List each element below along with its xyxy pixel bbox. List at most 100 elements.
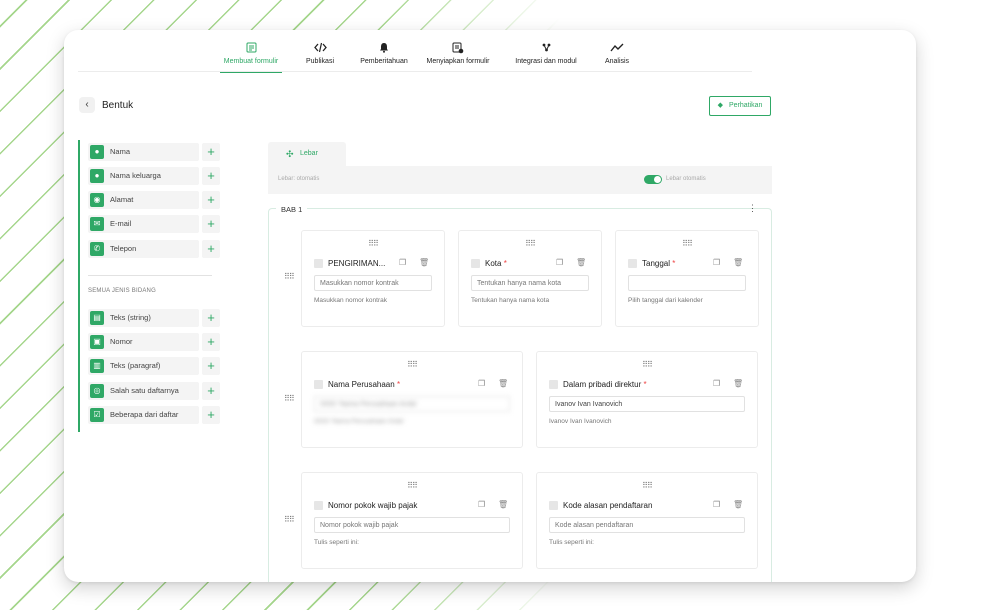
- field-hint: Masukkan nomor kontrak: [314, 297, 387, 304]
- auto-width-toggle[interactable]: [644, 175, 662, 184]
- palette-item-name[interactable]: ● Nama +: [88, 143, 220, 161]
- nav-item-form-builder[interactable]: Membuat formulir: [220, 42, 282, 73]
- add-icon[interactable]: +: [202, 382, 220, 400]
- field-type-icon: [549, 501, 558, 510]
- add-icon[interactable]: +: [202, 357, 220, 375]
- field-type-icon: [314, 501, 323, 510]
- palette-item-number[interactable]: ▣ Nomor +: [88, 333, 220, 351]
- row-drag-handle-icon[interactable]: ⠿⠿: [284, 515, 295, 524]
- back-button[interactable]: ‹: [79, 97, 95, 113]
- nav-label: Publikasi: [305, 58, 334, 65]
- drag-handle-icon[interactable]: ⠿⠿: [537, 360, 757, 369]
- add-icon[interactable]: +: [202, 215, 220, 233]
- trash-icon[interactable]: 🗑: [498, 379, 508, 388]
- drag-handle-icon[interactable]: ⠿⠿: [616, 239, 758, 248]
- field-input[interactable]: Nomor pokok wajib pajak: [314, 517, 510, 533]
- page-title: Bentuk: [102, 100, 134, 111]
- drag-handle-icon[interactable]: ⠿⠿: [459, 239, 601, 248]
- field-input[interactable]: Tentukan hanya nama kota: [471, 275, 589, 291]
- field-input[interactable]: Ivanov Ivan Ivanovich: [549, 396, 745, 412]
- field-type-icon: [471, 259, 480, 268]
- field-palette: ● Nama + ● Nama keluarga + ◉ Alamat + ✉ …: [78, 140, 222, 432]
- more-vertical-icon[interactable]: ⋮: [748, 204, 757, 213]
- person-icon: ●: [90, 145, 104, 159]
- required-mark: *: [643, 380, 647, 389]
- nav-item-form-settings[interactable]: Menyiapkan formulir: [424, 42, 492, 65]
- field-type-icon: [549, 380, 558, 389]
- notice-button[interactable]: ◆ Perhatikan: [709, 96, 771, 116]
- add-icon[interactable]: +: [202, 240, 220, 258]
- checkbox-icon: ☑: [90, 408, 104, 422]
- copy-icon[interactable]: ❐: [556, 258, 563, 267]
- field-card-city[interactable]: ⠿⠿ Kota * ❐ 🗑 Tentukan hanya nama kota T…: [458, 230, 602, 327]
- form-icon: [222, 42, 280, 56]
- field-hint: Tulis seperti ini:: [549, 539, 594, 546]
- add-icon[interactable]: +: [202, 406, 220, 424]
- field-card-date[interactable]: ⠿⠿ Tanggal * ❐ 🗑 Pilih tanggal dari kale…: [615, 230, 759, 327]
- field-label: PENGIRIMAN...: [328, 259, 386, 268]
- palette-item-paragraph[interactable]: ▥ Teks (paragraf) +: [88, 357, 220, 375]
- chevron-left-icon: ‹: [85, 99, 89, 110]
- nav-item-analytics[interactable]: Analisis: [602, 42, 632, 65]
- section-title: BAB 1: [276, 205, 308, 214]
- copy-icon[interactable]: ❐: [713, 379, 720, 388]
- field-card-director[interactable]: ⠿⠿ Dalam pribadi direktur * ❐ 🗑 Ivanov I…: [536, 351, 758, 448]
- add-icon[interactable]: +: [202, 333, 220, 351]
- field-card-contract[interactable]: ⠿⠿ PENGIRIMAN... ❐ 🗑 Masukkan nomor kont…: [301, 230, 445, 327]
- nav-item-integrations[interactable]: Integrasi dan modul: [512, 42, 580, 65]
- copy-icon[interactable]: ❐: [399, 258, 406, 267]
- nav-label: Analisis: [604, 58, 630, 65]
- palette-item-radio[interactable]: ◎ Salah satu daftarnya +: [88, 382, 220, 400]
- drag-handle-icon[interactable]: ⠿⠿: [537, 481, 757, 490]
- trash-icon[interactable]: 🗑: [419, 258, 429, 267]
- field-card-company[interactable]: ⠿⠿ Nama Perusahaan * ❐ 🗑 OOO 'Nama Perus…: [301, 351, 523, 448]
- copy-icon[interactable]: ❐: [478, 379, 485, 388]
- required-mark: *: [503, 259, 507, 268]
- field-input[interactable]: OOO 'Nama Perusahaan Anda': [314, 396, 510, 412]
- tag-icon: ◆: [717, 102, 723, 109]
- copy-icon[interactable]: ❐: [713, 258, 720, 267]
- trash-icon[interactable]: 🗑: [733, 258, 743, 267]
- field-input[interactable]: Masukkan nomor kontrak: [314, 275, 432, 291]
- trash-icon[interactable]: 🗑: [576, 258, 586, 267]
- tab-width[interactable]: ✣ Lebar: [268, 142, 346, 166]
- add-icon[interactable]: +: [202, 167, 220, 185]
- field-card-tax-number[interactable]: ⠿⠿ Nomor pokok wajib pajak ❐ 🗑 Nomor pok…: [301, 472, 523, 569]
- field-card-registration-code[interactable]: ⠿⠿ Kode alasan pendaftaran ❐ 🗑 Kode alas…: [536, 472, 758, 569]
- trash-icon[interactable]: 🗑: [498, 500, 508, 509]
- paragraph-icon: ▥: [90, 359, 104, 373]
- drag-handle-icon[interactable]: ⠿⠿: [302, 239, 444, 248]
- copy-icon[interactable]: ❐: [478, 500, 485, 509]
- palette-item-checkbox[interactable]: ☑ Beberapa dari daftar +: [88, 406, 220, 424]
- nav-divider: [78, 71, 752, 72]
- palette-item-address[interactable]: ◉ Alamat +: [88, 191, 220, 209]
- trash-icon[interactable]: 🗑: [733, 379, 743, 388]
- nav-item-notifications[interactable]: Pemberitahuan: [358, 42, 410, 65]
- palette-heading: SEMUA JENIS BIDANG: [88, 288, 156, 294]
- add-icon[interactable]: +: [202, 191, 220, 209]
- palette-item-email[interactable]: ✉ E-mail +: [88, 215, 220, 233]
- text-icon: ▤: [90, 311, 104, 325]
- add-icon[interactable]: +: [202, 143, 220, 161]
- palette-item-text-string[interactable]: ▤ Teks (string) +: [88, 309, 220, 327]
- row-drag-handle-icon[interactable]: ⠿⠿: [284, 272, 295, 281]
- row-drag-handle-icon[interactable]: ⠿⠿: [284, 394, 295, 403]
- copy-icon[interactable]: ❐: [713, 500, 720, 509]
- integration-icon: [512, 42, 580, 56]
- field-type-icon: [314, 380, 323, 389]
- palette-item-phone[interactable]: ✆ Telepon +: [88, 240, 220, 258]
- field-label: Kode alasan pendaftaran: [563, 501, 653, 510]
- palette-item-surname[interactable]: ● Nama keluarga +: [88, 167, 220, 185]
- add-icon[interactable]: +: [202, 309, 220, 327]
- drag-handle-icon[interactable]: ⠿⠿: [302, 360, 522, 369]
- field-label: Dalam pribadi direktur: [563, 380, 642, 389]
- drag-handle-icon[interactable]: ⠿⠿: [302, 481, 522, 490]
- field-label: Kota: [485, 259, 502, 268]
- nav-item-publish[interactable]: Publikasi: [302, 42, 338, 65]
- date-input[interactable]: [628, 275, 746, 291]
- field-input[interactable]: Kode alasan pendaftaran: [549, 517, 745, 533]
- field-label: Nama Perusahaan: [328, 380, 395, 389]
- auto-width-label: Lebar otomatis: [666, 176, 706, 182]
- trash-icon[interactable]: 🗑: [733, 500, 743, 509]
- nav-label: Menyiapkan formulir: [426, 58, 490, 65]
